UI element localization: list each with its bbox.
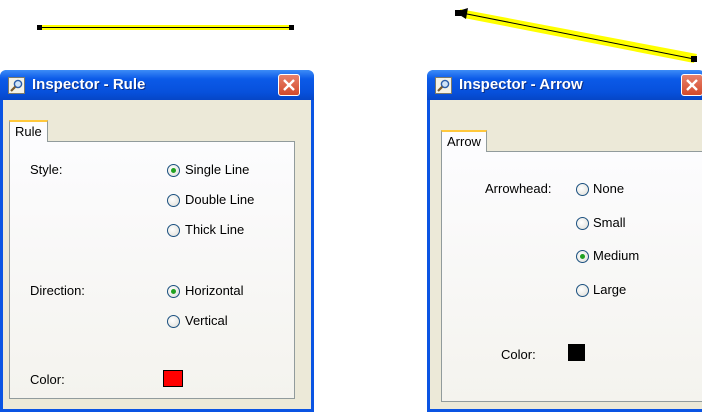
tab-arrow[interactable]: Arrow (441, 130, 487, 152)
rule-window-body: Rule Style: Single Line Double Line Thic… (3, 100, 311, 409)
arrow-line (461, 12, 695, 60)
selected-arrow-shape[interactable] (455, 8, 697, 63)
radio-label-large[interactable]: Large (593, 282, 626, 297)
radio-arrowhead-small[interactable] (576, 217, 589, 230)
radio-label-medium[interactable]: Medium (593, 248, 639, 263)
arrow-tab-pane: Arrowhead: None Small Medium Large Color… (441, 151, 702, 402)
rule-title-bar[interactable]: Inspector - Rule (0, 70, 314, 100)
radio-label-small[interactable]: Small (593, 215, 626, 230)
arrow-window-body: Arrow Arrowhead: None Small Medium Large… (430, 100, 702, 409)
rule-handle-right[interactable] (289, 25, 294, 30)
color-label: Color: (501, 347, 536, 362)
radio-single-line[interactable] (167, 164, 180, 177)
rule-close-button[interactable] (278, 74, 300, 96)
color-label: Color: (30, 372, 65, 387)
radio-label-none[interactable]: None (593, 181, 624, 196)
magnifier-icon (8, 77, 25, 94)
selected-rule-shape[interactable] (37, 25, 294, 30)
radio-label-double-line[interactable]: Double Line (185, 192, 254, 207)
inspector-rule-window: Inspector - Rule Rule Style: Single Line… (0, 70, 314, 412)
rule-handle-left[interactable] (37, 25, 42, 30)
arrow-handle-start[interactable] (455, 10, 461, 16)
magnifier-icon (435, 77, 452, 94)
radio-horizontal[interactable] (167, 285, 180, 298)
radio-label-vertical[interactable]: Vertical (185, 313, 228, 328)
arrow-window-title: Inspector - Arrow (459, 76, 583, 93)
close-icon (283, 79, 295, 91)
radio-arrowhead-large[interactable] (576, 284, 589, 297)
color-swatch[interactable] (568, 344, 585, 361)
radio-double-line[interactable] (167, 194, 180, 207)
style-label: Style: (30, 162, 63, 177)
color-swatch[interactable] (163, 370, 183, 387)
radio-vertical[interactable] (167, 315, 180, 328)
arrow-title-bar[interactable]: Inspector - Arrow (427, 70, 702, 100)
radio-label-thick-line[interactable]: Thick Line (185, 222, 244, 237)
radio-thick-line[interactable] (167, 224, 180, 237)
rule-tab-pane: Style: Single Line Double Line Thick Lin… (9, 141, 295, 399)
arrowhead-label: Arrowhead: (485, 181, 552, 196)
arrow-handle-end[interactable] (691, 56, 697, 62)
rule-window-title: Inspector - Rule (32, 76, 146, 93)
inspector-arrow-window: Inspector - Arrow Arrow Arrowhead: None … (427, 70, 702, 412)
radio-label-single-line[interactable]: Single Line (185, 162, 249, 177)
radio-arrowhead-medium[interactable] (576, 250, 589, 263)
tab-rule[interactable]: Rule (9, 120, 48, 142)
close-icon (686, 79, 698, 91)
direction-label: Direction: (30, 283, 85, 298)
arrow-close-button[interactable] (681, 74, 702, 96)
radio-label-horizontal[interactable]: Horizontal (185, 283, 244, 298)
radio-arrowhead-none[interactable] (576, 183, 589, 196)
